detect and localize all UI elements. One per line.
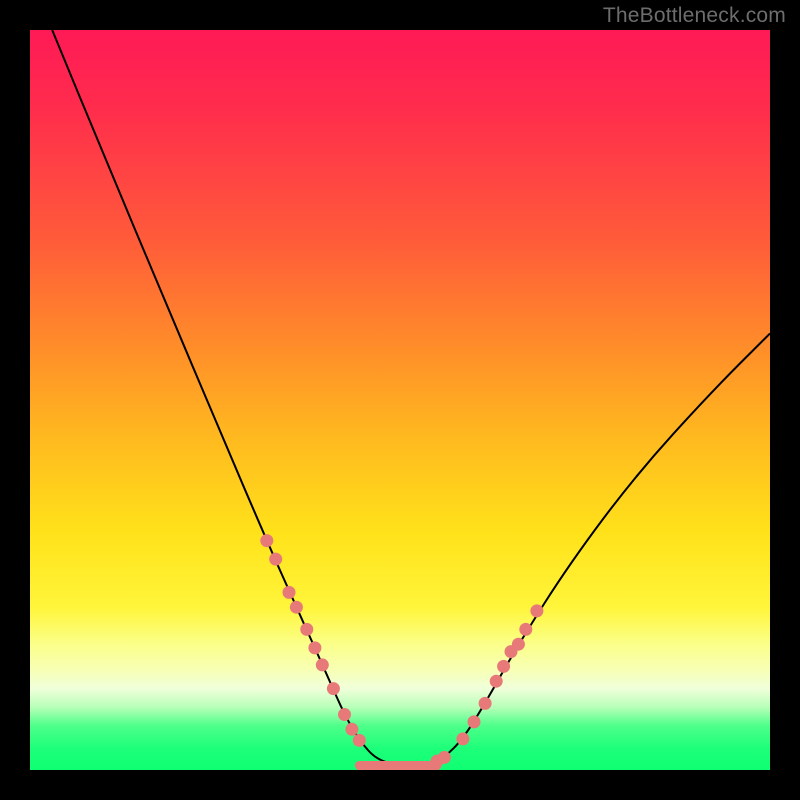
- marker-dot: [353, 734, 366, 747]
- marker-dot: [497, 660, 510, 673]
- marker-dot: [490, 675, 503, 688]
- marker-dot: [479, 697, 492, 710]
- chart-frame: TheBottleneck.com: [0, 0, 800, 800]
- left-bead-cluster: [260, 534, 366, 747]
- bottleneck-curve: [52, 30, 770, 766]
- marker-dot: [300, 623, 313, 636]
- marker-dot: [512, 638, 525, 651]
- marker-dot: [283, 586, 296, 599]
- chart-svg: [30, 30, 770, 770]
- marker-dot: [327, 682, 340, 695]
- marker-dot: [316, 658, 329, 671]
- marker-dot: [468, 715, 481, 728]
- marker-dot: [438, 751, 451, 764]
- marker-dot: [338, 708, 351, 721]
- watermark-text: TheBottleneck.com: [603, 4, 786, 28]
- marker-dot: [308, 641, 321, 654]
- marker-dot: [345, 723, 358, 736]
- plot-area: [30, 30, 770, 770]
- marker-dot: [269, 553, 282, 566]
- right-bead-cluster: [431, 604, 544, 767]
- marker-dot: [519, 623, 532, 636]
- marker-dot: [530, 604, 543, 617]
- marker-dot: [456, 732, 469, 745]
- marker-dot: [290, 601, 303, 614]
- marker-dot: [260, 534, 273, 547]
